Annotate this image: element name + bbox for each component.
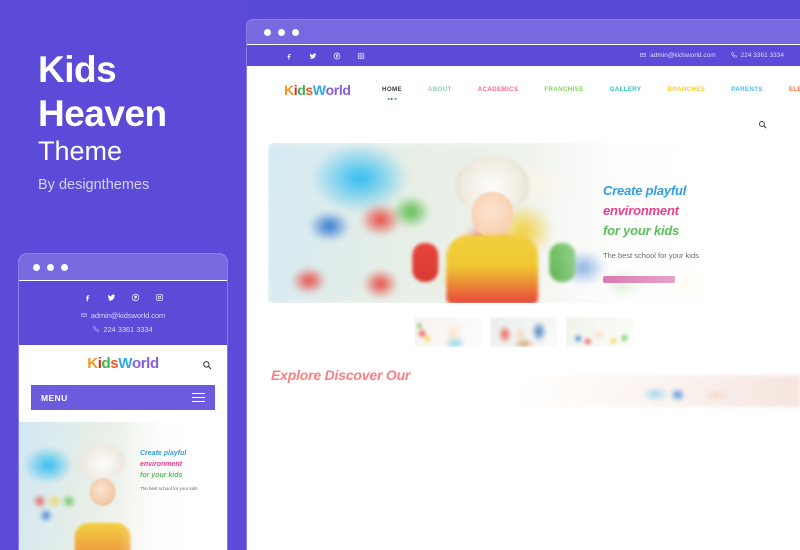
hero-subtitle: The best school for your kids	[603, 251, 699, 260]
topbar-social-links	[285, 52, 365, 60]
mobile-social-links	[19, 293, 227, 302]
thumbnail-2[interactable]	[489, 317, 558, 347]
nav-item-parents[interactable]: PARENTS	[718, 86, 776, 93]
logo-letter-3: s	[110, 354, 119, 372]
chrome-dot-close[interactable]	[33, 263, 40, 271]
nav-item-academics[interactable]: ACADEMICS	[465, 86, 532, 93]
site-logo[interactable]: KidsWorld	[284, 82, 351, 98]
mobile-email-line[interactable]: admin@kidsworld.com	[19, 311, 227, 320]
site-logo-text: KidsWorld	[284, 82, 351, 98]
nav-item-about[interactable]: ABOUT	[415, 86, 465, 93]
promo-title: Kids Heaven	[38, 48, 167, 136]
pinterest-icon[interactable]	[131, 293, 140, 302]
mobile-logo[interactable]: KidsWorld	[87, 354, 159, 372]
child-sleeve-left	[412, 242, 439, 282]
promo-subtitle: Theme	[38, 136, 123, 166]
nav-active-indicator	[387, 98, 397, 100]
site-header: KidsWorld HOME ABOUT ACADEMICS FRANCHISE GAL…	[247, 66, 800, 113]
facebook-icon[interactable]	[285, 52, 293, 60]
nav-item-branches[interactable]: BRANCHES	[654, 86, 718, 93]
hero-caption: Create playful environment for your kids…	[603, 181, 763, 283]
logo-letter-8: d	[342, 82, 351, 98]
twitter-icon[interactable]	[107, 293, 116, 302]
twitter-icon[interactable]	[309, 52, 317, 60]
header-search-row	[247, 113, 800, 133]
mobile-hero-caption: Create playful environment for your kids…	[140, 448, 218, 491]
chrome-dot-close[interactable]	[264, 28, 271, 36]
mobile-menu-label: MENU	[41, 392, 68, 403]
child-shirt	[446, 235, 539, 303]
thumbnail-2-image	[489, 317, 558, 347]
mobile-header: KidsWorld	[19, 345, 227, 381]
mobile-email-text: admin@kidsworld.com	[90, 311, 166, 320]
desktop-preview-window: admin@kidsworld.com 224 3361 3334 KidsWo…	[246, 19, 800, 550]
chrome-dot-maximize[interactable]	[292, 28, 299, 36]
topbar-email[interactable]: admin@kidsworld.com	[640, 52, 716, 60]
hero-thumbnail-strip	[247, 317, 800, 347]
logo-letter-2: d	[101, 354, 111, 372]
chrome-dot-minimize[interactable]	[47, 263, 54, 271]
logo-letter-2: d	[297, 82, 306, 98]
promo-title-line2: Heaven	[38, 93, 167, 134]
mobile-preview-window: admin@kidsworld.com 224 3361 3334 KidsWo…	[18, 253, 228, 550]
mobile-phone-line[interactable]: 224 3361 3334	[19, 325, 227, 334]
thumbnail-1[interactable]	[413, 317, 482, 347]
instagram-icon[interactable]	[155, 293, 164, 302]
hero-line3: for your kids	[603, 223, 680, 238]
mobile-hero-subtitle: The best school for your kids	[140, 486, 198, 491]
facebook-icon[interactable]	[83, 293, 92, 302]
search-icon[interactable]	[758, 116, 767, 134]
promo-title-line1: Kids	[38, 49, 117, 90]
nav-item-gallery[interactable]: GALLERY	[597, 86, 655, 93]
logo-letter-0: K	[284, 82, 294, 98]
instagram-icon[interactable]	[357, 52, 365, 60]
nav-item-home[interactable]: HOME	[369, 86, 415, 100]
thumbnail-1-image	[413, 317, 482, 347]
hero-line1: Create playful	[603, 183, 687, 198]
chrome-dot-minimize[interactable]	[278, 28, 285, 36]
search-icon[interactable]	[202, 357, 212, 375]
logo-letter-4: W	[118, 354, 132, 372]
mobile-hero-slider: Create playful environment for your kids…	[19, 422, 227, 550]
promo-author: By designthemes	[38, 177, 150, 193]
nav-item-elements[interactable]: ELEMENTS	[776, 86, 800, 93]
hamburger-icon[interactable]	[192, 392, 205, 403]
nav-item-franchise[interactable]: FRANCHISE	[531, 86, 596, 93]
bottom-section: Explore Discover Our	[247, 367, 800, 407]
logo-letter-0: K	[87, 354, 98, 372]
logo-letter-5: o	[131, 354, 141, 372]
thumbnail-3[interactable]	[565, 317, 634, 347]
browser-chrome	[247, 20, 800, 45]
logo-letter-8: d	[149, 354, 159, 372]
promo-panel: Kids Heaven Theme By designthemes admin@…	[0, 0, 245, 550]
logo-letter-3: s	[305, 82, 313, 98]
phone-icon	[93, 325, 100, 334]
mobile-topbar: admin@kidsworld.com 224 3361 3334	[19, 281, 227, 345]
mail-icon	[81, 311, 87, 320]
chrome-dot-maximize[interactable]	[61, 263, 68, 271]
logo-letter-4: W	[312, 82, 326, 98]
topbar-contact: admin@kidsworld.com 224 3361 3334	[640, 51, 784, 60]
pinterest-icon[interactable]	[333, 52, 341, 60]
mobile-hero-line3: for your kids	[140, 472, 183, 479]
mobile-browser-chrome	[19, 254, 227, 281]
mobile-phone-text: 224 3361 3334	[103, 325, 153, 334]
site-topbar: admin@kidsworld.com 224 3361 3334	[247, 45, 800, 66]
child-face	[471, 191, 514, 238]
topbar-email-text: admin@kidsworld.com	[650, 52, 716, 59]
phone-icon	[730, 51, 737, 60]
topbar-phone-text: 224 3361 3334	[740, 52, 784, 59]
hero-slider[interactable]: Create playful environment for your kids…	[268, 143, 779, 303]
thumbnail-3-image	[565, 317, 634, 347]
hero-cta-button[interactable]	[603, 276, 675, 283]
mobile-hero-line2: environment	[140, 461, 183, 468]
topbar-phone[interactable]: 224 3361 3334	[730, 51, 784, 60]
bottom-section-image	[522, 375, 800, 407]
hero-line2: environment	[603, 203, 679, 218]
mail-icon	[640, 52, 646, 60]
mobile-hero-line1: Create playful	[140, 450, 187, 457]
mobile-menu-bar[interactable]: MENU	[31, 385, 215, 410]
main-navigation: HOME ABOUT ACADEMICS FRANCHISE GALLERY BRANCH…	[369, 66, 800, 113]
logo-letter-5: o	[325, 82, 335, 98]
